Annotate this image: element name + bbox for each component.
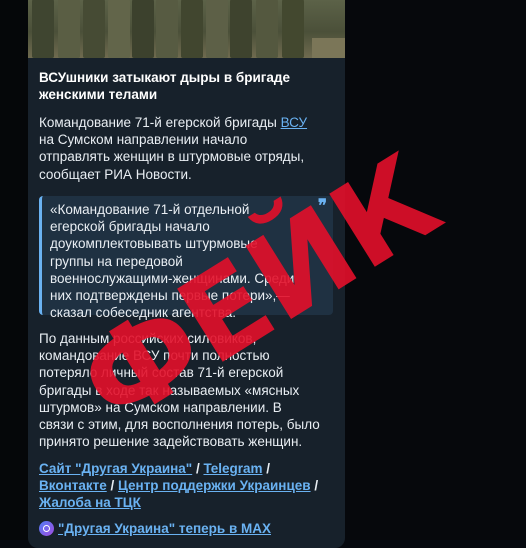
- background-left: [0, 0, 28, 540]
- quote-line: военнослужащими-женщинами. Среди: [50, 270, 295, 286]
- post-title-line: женскими телами: [39, 87, 158, 102]
- post-paragraph-1: Командование 71-й егерской бригады ВСУ н…: [39, 115, 308, 182]
- quote-line: доукомплектовывать штурмовые: [50, 236, 258, 252]
- support-center-link[interactable]: Центр поддержки Украинцев: [118, 478, 311, 493]
- vk-link[interactable]: Вконтакте: [39, 478, 107, 493]
- blockquote: ❞ «Командование 71-й отдельной егерской …: [39, 196, 333, 320]
- post-photo[interactable]: [28, 0, 345, 58]
- quote-line: сказал собеседник агентства.: [50, 305, 236, 321]
- quote-line: них подтверждены первые потери»,—: [50, 288, 290, 304]
- channel-links: Сайт "Другая Украина" / Telegram / Вконт…: [39, 461, 319, 511]
- complaint-link[interactable]: Жалоба на ТЦК: [39, 495, 141, 510]
- max-row: "Другая Украина" теперь в MAX: [39, 521, 339, 541]
- background-right: [345, 0, 526, 540]
- quote-line: егерской бригады начало: [50, 219, 210, 235]
- site-link[interactable]: Сайт "Другая Украина": [39, 461, 192, 476]
- vsu-link[interactable]: ВСУ: [281, 115, 307, 130]
- post-title: ВСУшники затыкают дыры в бригаде женским…: [39, 69, 329, 103]
- post-paragraph-2: По данным российских силовиков, командов…: [39, 331, 320, 450]
- quote-line: «Командование 71-й отдельной: [50, 202, 250, 217]
- max-logo-icon: [39, 521, 54, 536]
- quote-line: группы на передовой: [50, 253, 183, 269]
- telegram-link[interactable]: Telegram: [203, 461, 262, 476]
- message-bubble: ВСУшники затыкают дыры в бригаде женским…: [28, 0, 345, 548]
- post-title-line: ВСУшники затыкают дыры в бригаде: [39, 70, 290, 85]
- quote-mark-icon: ❞: [317, 196, 327, 216]
- max-link[interactable]: "Другая Украина" теперь в MAX: [58, 521, 271, 536]
